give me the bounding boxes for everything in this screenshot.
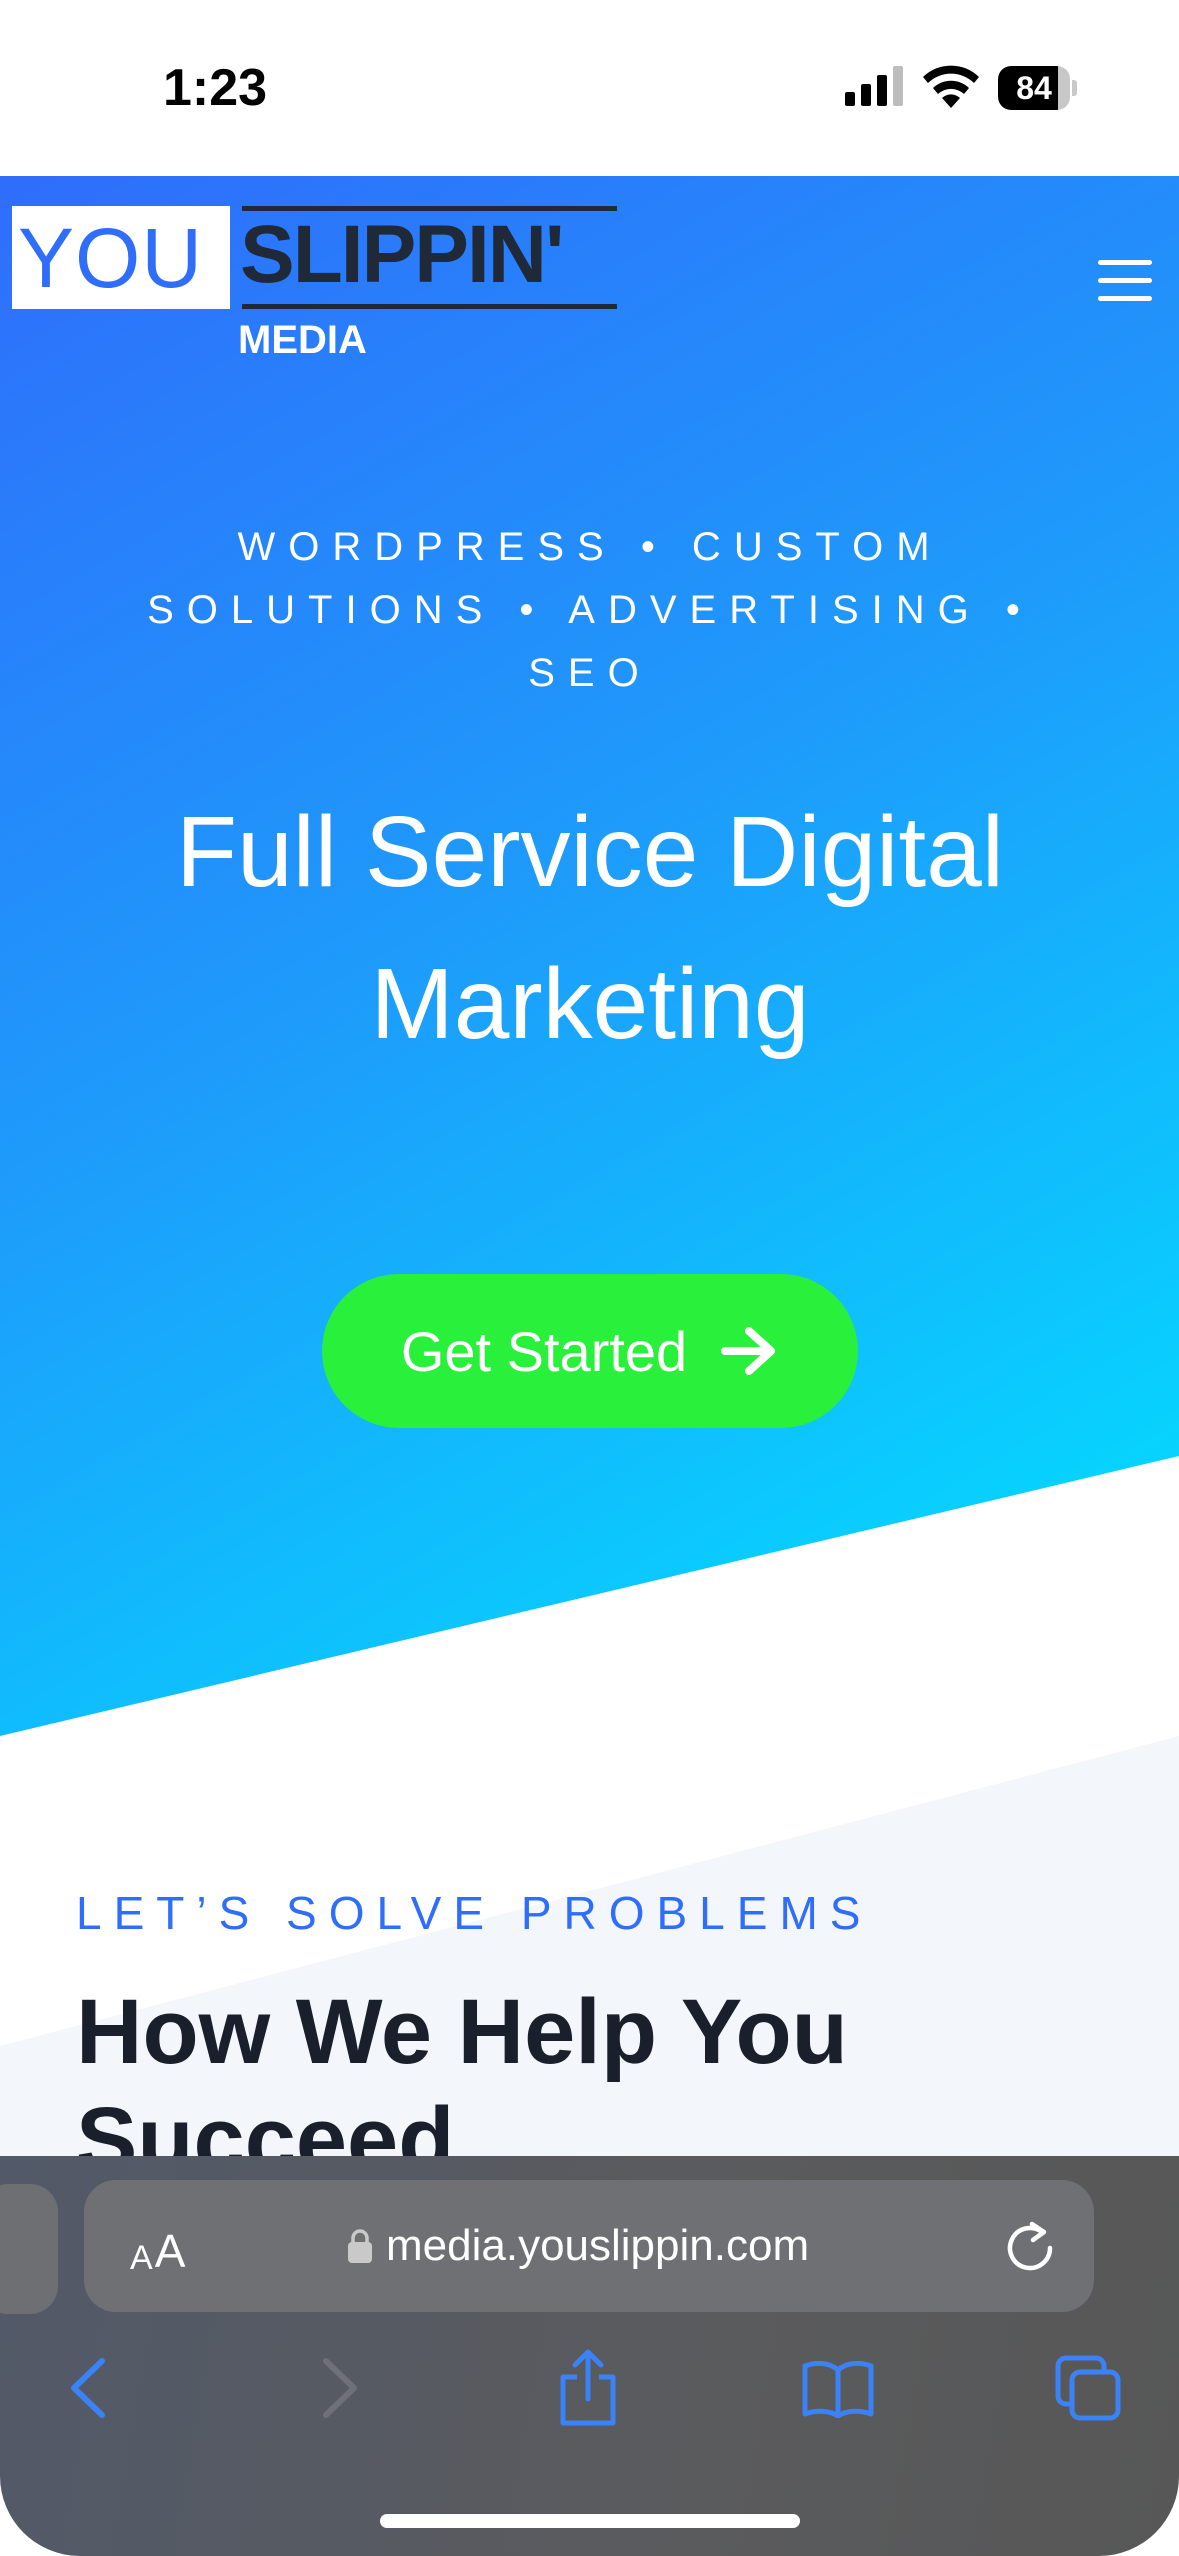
share-button[interactable] [548, 2348, 628, 2428]
chevron-left-icon [71, 2358, 105, 2418]
site-logo[interactable]: YOU SLIPPIN' MEDIA [12, 206, 617, 366]
back-button[interactable] [48, 2348, 128, 2428]
tabs-button[interactable] [1048, 2348, 1128, 2428]
url-display[interactable]: media.youslippin.com [348, 2216, 809, 2276]
get-started-button[interactable]: Get Started [322, 1274, 858, 1428]
get-started-label: Get Started [400, 1319, 688, 1383]
wifi-icon [923, 65, 979, 108]
logo-you-text: YOU [18, 211, 204, 305]
hero-tagline: WORDPRESS • CUSTOM SOLUTIONS • ADVERTISI… [147, 525, 1033, 695]
logo-slippin-text: SLIPPIN' [240, 209, 564, 300]
battery-percent: 84 [1016, 70, 1052, 106]
hero-title: Full Service Digital Marketing [175, 796, 1005, 1060]
logo-media-text: MEDIA [238, 318, 367, 362]
section-eyebrow: LET’S SOLVE PROBLEMS [76, 1887, 873, 1939]
previous-tab-preview[interactable] [0, 2184, 58, 2314]
book-icon [802, 2360, 874, 2418]
lock-icon [348, 2229, 372, 2263]
address-bar[interactable]: A A media.youslippin.com [84, 2180, 1094, 2312]
hamburger-menu-icon[interactable] [1098, 260, 1152, 302]
home-indicator [380, 2514, 800, 2528]
forward-button[interactable] [300, 2348, 380, 2428]
share-icon [560, 2349, 616, 2426]
cellular-signal-icon [845, 66, 903, 106]
text-size-button[interactable]: A A [130, 2218, 185, 2278]
chevron-right-icon [323, 2358, 357, 2418]
tabs-icon [1055, 2355, 1121, 2421]
status-bar: 1:23 84 [0, 0, 1179, 176]
reload-icon[interactable] [1002, 2218, 1058, 2274]
logo-you-box: YOU [12, 206, 230, 309]
status-time: 1:23 [163, 59, 268, 117]
arrow-right-icon [721, 1327, 776, 1375]
battery-icon: 84 [998, 66, 1078, 110]
bookmarks-button[interactable] [798, 2348, 878, 2428]
hero-section: YOU SLIPPIN' MEDIA WORDPRESS • CUSTOM SO… [0, 176, 1179, 1736]
url-text: media.youslippin.com [386, 2221, 810, 2270]
